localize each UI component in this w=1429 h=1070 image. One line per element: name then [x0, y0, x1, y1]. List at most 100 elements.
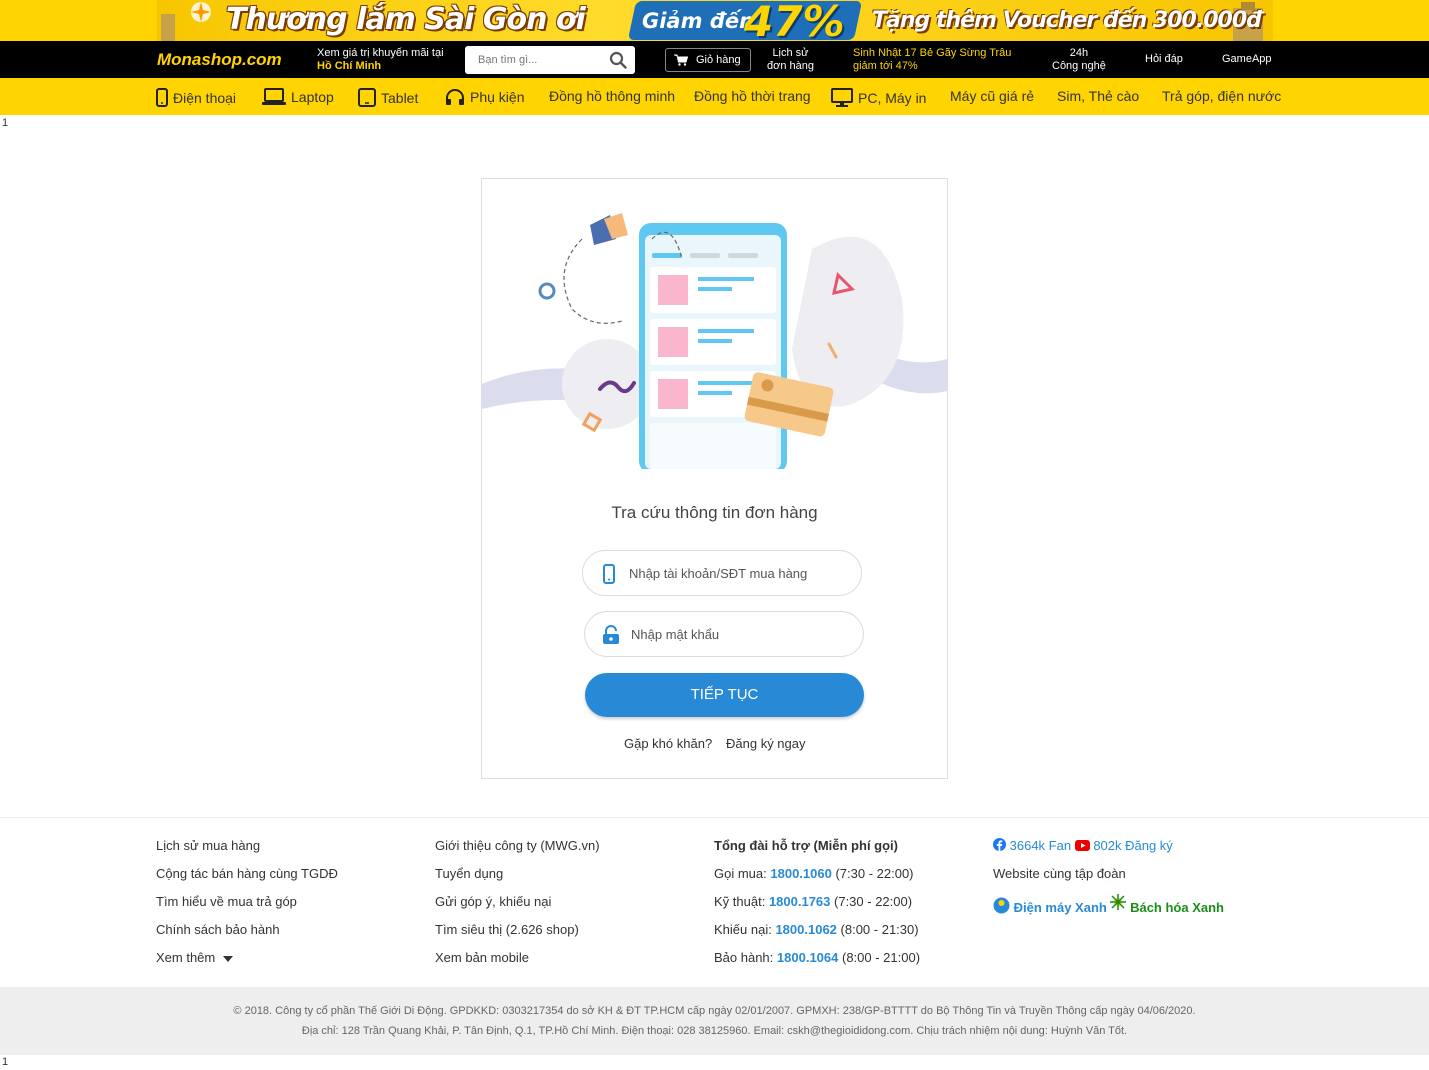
- gameapp-link[interactable]: GameApp: [1222, 53, 1272, 66]
- lookup-title: Tra cứu thông tin đơn hàng: [611, 503, 818, 522]
- footer-link[interactable]: Tìm hiểu về mua trả góp: [156, 894, 338, 922]
- footer-column-social: 3664k Fan 802k Đăng ký Website cùng tập …: [993, 838, 1224, 922]
- category-label: PC, Máy in: [858, 89, 927, 106]
- phone-icon: [156, 88, 168, 107]
- unlock-icon: [603, 625, 619, 644]
- footer-column-account: Lịch sử mua hàng Cộng tác bán hàng cùng …: [156, 838, 338, 978]
- search-input[interactable]: [465, 46, 605, 74]
- faq-link[interactable]: Hỏi đáp: [1145, 53, 1183, 66]
- footer-link[interactable]: Gửi góp ý, khiếu nại: [435, 894, 600, 922]
- facebook-count: 3664k Fan: [1009, 838, 1072, 853]
- promo-discount-prefix: Giảm đến: [642, 9, 755, 33]
- register-link[interactable]: Đăng ký ngay: [726, 736, 806, 751]
- order-history-link[interactable]: Lịch sử đơn hàng: [767, 47, 814, 73]
- hotline-row: Bảo hành: 1800.1064 (8:00 - 21:00): [714, 950, 920, 978]
- hotline-title: Tổng đài hỗ trợ (Miễn phí gọi): [714, 838, 920, 866]
- monitor-icon: [831, 88, 853, 107]
- order-history-line1: Lịch sử: [772, 47, 809, 59]
- promo-voucher: Tặng thêm Voucher đến 300.000đ: [872, 8, 1262, 33]
- location-city: Hồ Chí Minh: [317, 60, 382, 72]
- hotline-row: Gọi mua: 1800.1060 (7:30 - 22:00): [714, 866, 920, 894]
- category-tablet[interactable]: Tablet: [358, 88, 418, 107]
- firework-decoration: [161, 2, 211, 41]
- continue-button[interactable]: TIẾP TỤC: [585, 673, 864, 717]
- bachhoaxanh-label: Bách hóa Xanh: [1130, 900, 1224, 915]
- hotline-label: Bảo hành:: [714, 950, 774, 965]
- category-laptop[interactable]: Laptop: [262, 88, 334, 106]
- category-label: Phụ kiện: [470, 89, 525, 105]
- category-pc-printer[interactable]: PC, Máy in: [831, 88, 926, 107]
- footer-link[interactable]: Xem bản mobile: [435, 950, 600, 978]
- tech-news-line1: 24h: [1069, 47, 1089, 59]
- account-field: [582, 550, 862, 596]
- order-history-line2: đơn hàng: [767, 60, 814, 72]
- footer-link[interactable]: Giới thiệu công ty (MWG.vn): [435, 838, 600, 866]
- youtube-link[interactable]: 802k Đăng ký: [1074, 838, 1173, 853]
- category-accessories[interactable]: Phụ kiện: [445, 88, 524, 106]
- footer-link[interactable]: Chính sách bảo hành: [156, 922, 338, 950]
- hotline-number[interactable]: 1800.1064: [777, 950, 838, 965]
- phone-icon: [603, 564, 615, 584]
- footer-link[interactable]: Lịch sử mua hàng: [156, 838, 338, 866]
- order-lookup-illustration: [482, 213, 947, 469]
- category-label: Đồng hồ thời trang: [694, 88, 811, 104]
- hotline-hours: (7:30 - 22:00): [835, 866, 914, 881]
- hotline-number[interactable]: 1800.1763: [769, 894, 830, 909]
- hotline-label: Kỹ thuật:: [714, 894, 766, 909]
- category-nav: Điện thoại Laptop Tablet Phụ kiện Đồng h…: [0, 78, 1429, 115]
- promo-discount-value: 47%: [744, 0, 845, 41]
- youtube-count: 802k Đăng ký: [1093, 838, 1173, 853]
- hotline-number[interactable]: 1800.1062: [775, 922, 836, 937]
- footer-link[interactable]: Tìm siêu thị (2.626 shop): [435, 922, 600, 950]
- social-row: 3664k Fan 802k Đăng ký: [993, 838, 1224, 866]
- laptop-icon: [262, 88, 286, 105]
- copyright-line1: © 2018. Công ty cổ phần Thế Giới Di Động…: [233, 1005, 1196, 1017]
- footer: Lịch sử mua hàng Cộng tác bán hàng cùng …: [0, 817, 1429, 987]
- category-smartwatch[interactable]: Đồng hồ thông minh: [549, 88, 675, 104]
- search-icon[interactable]: [609, 51, 627, 69]
- footer-column-company: Giới thiệu công ty (MWG.vn) Tuyển dụng G…: [435, 838, 600, 978]
- copyright-bar: © 2018. Công ty cổ phần Thế Giới Di Động…: [0, 987, 1429, 1055]
- location-label: Xem giá trị khuyến mãi tại: [317, 47, 444, 59]
- account-input[interactable]: [629, 551, 855, 595]
- password-input[interactable]: [631, 612, 857, 656]
- hotline-row: Kỹ thuật: 1800.1763 (7:30 - 22:00): [714, 894, 920, 922]
- tablet-icon: [358, 88, 376, 107]
- category-used[interactable]: Máy cũ giá rẻ: [950, 88, 1034, 104]
- category-installment[interactable]: Trả góp, điện nước: [1162, 88, 1281, 104]
- category-sim[interactable]: Sim, Thẻ cào: [1057, 88, 1139, 104]
- hotline-number[interactable]: 1800.1060: [770, 866, 831, 881]
- footer-column-hotline: Tổng đài hỗ trợ (Miễn phí gọi) Gọi mua: …: [714, 838, 920, 978]
- stray-text-bottom: 1: [2, 1056, 9, 1068]
- birthday-promo-link[interactable]: Sinh Nhật 17 Bẻ Gãy Sừng Trâu giảm tới 4…: [853, 47, 1011, 73]
- category-label: Máy cũ giá rẻ: [950, 88, 1035, 104]
- bachhoaxanh-link[interactable]: Bách hóa Xanh: [1110, 894, 1224, 915]
- footer-see-more[interactable]: Xem thêm: [156, 950, 338, 978]
- category-phone[interactable]: Điện thoại: [156, 88, 236, 107]
- bachhoaxanh-logo-icon: [1110, 894, 1127, 910]
- location-selector[interactable]: Xem giá trị khuyến mãi tại Hồ Chí Minh: [317, 47, 444, 73]
- category-label: Điện thoại: [173, 89, 237, 106]
- category-label: Trả góp, điện nước: [1162, 88, 1282, 104]
- category-label: Tablet: [381, 89, 419, 106]
- group-title: Website cùng tập đoàn: [993, 866, 1126, 881]
- hotline-title-text: Tổng đài hỗ trợ (Miễn phí gọi): [714, 838, 898, 853]
- password-field: [584, 611, 864, 657]
- facebook-link[interactable]: 3664k Fan: [993, 838, 1075, 853]
- tech-news-link[interactable]: 24h Công nghệ: [1052, 47, 1106, 73]
- headphones-icon: [446, 89, 464, 105]
- category-fashion-watch[interactable]: Đồng hồ thời trang: [694, 88, 811, 104]
- promo-banner[interactable]: Thương lắm Sài Gòn ơi Giảm đến 47% Tặng …: [0, 0, 1429, 41]
- birthday-promo-line2: giảm tới 47%: [853, 60, 918, 72]
- site-logo[interactable]: Monashop.com: [157, 50, 282, 70]
- footer-link[interactable]: Tuyển dụng: [435, 866, 600, 894]
- dienmayxanh-link[interactable]: Điện máy Xanh: [993, 897, 1110, 915]
- tech-news-line2: Công nghệ: [1052, 60, 1106, 72]
- category-label: Laptop: [291, 89, 334, 105]
- search-box: [465, 46, 635, 74]
- hotline-hours: (8:00 - 21:30): [840, 922, 919, 937]
- footer-link[interactable]: Cộng tác bán hàng cùng TGDĐ: [156, 866, 338, 894]
- help-link[interactable]: Gặp khó khăn?: [624, 736, 712, 751]
- dienmayxanh-logo-icon: [993, 897, 1010, 914]
- cart-button[interactable]: Giỏ hàng: [665, 48, 751, 72]
